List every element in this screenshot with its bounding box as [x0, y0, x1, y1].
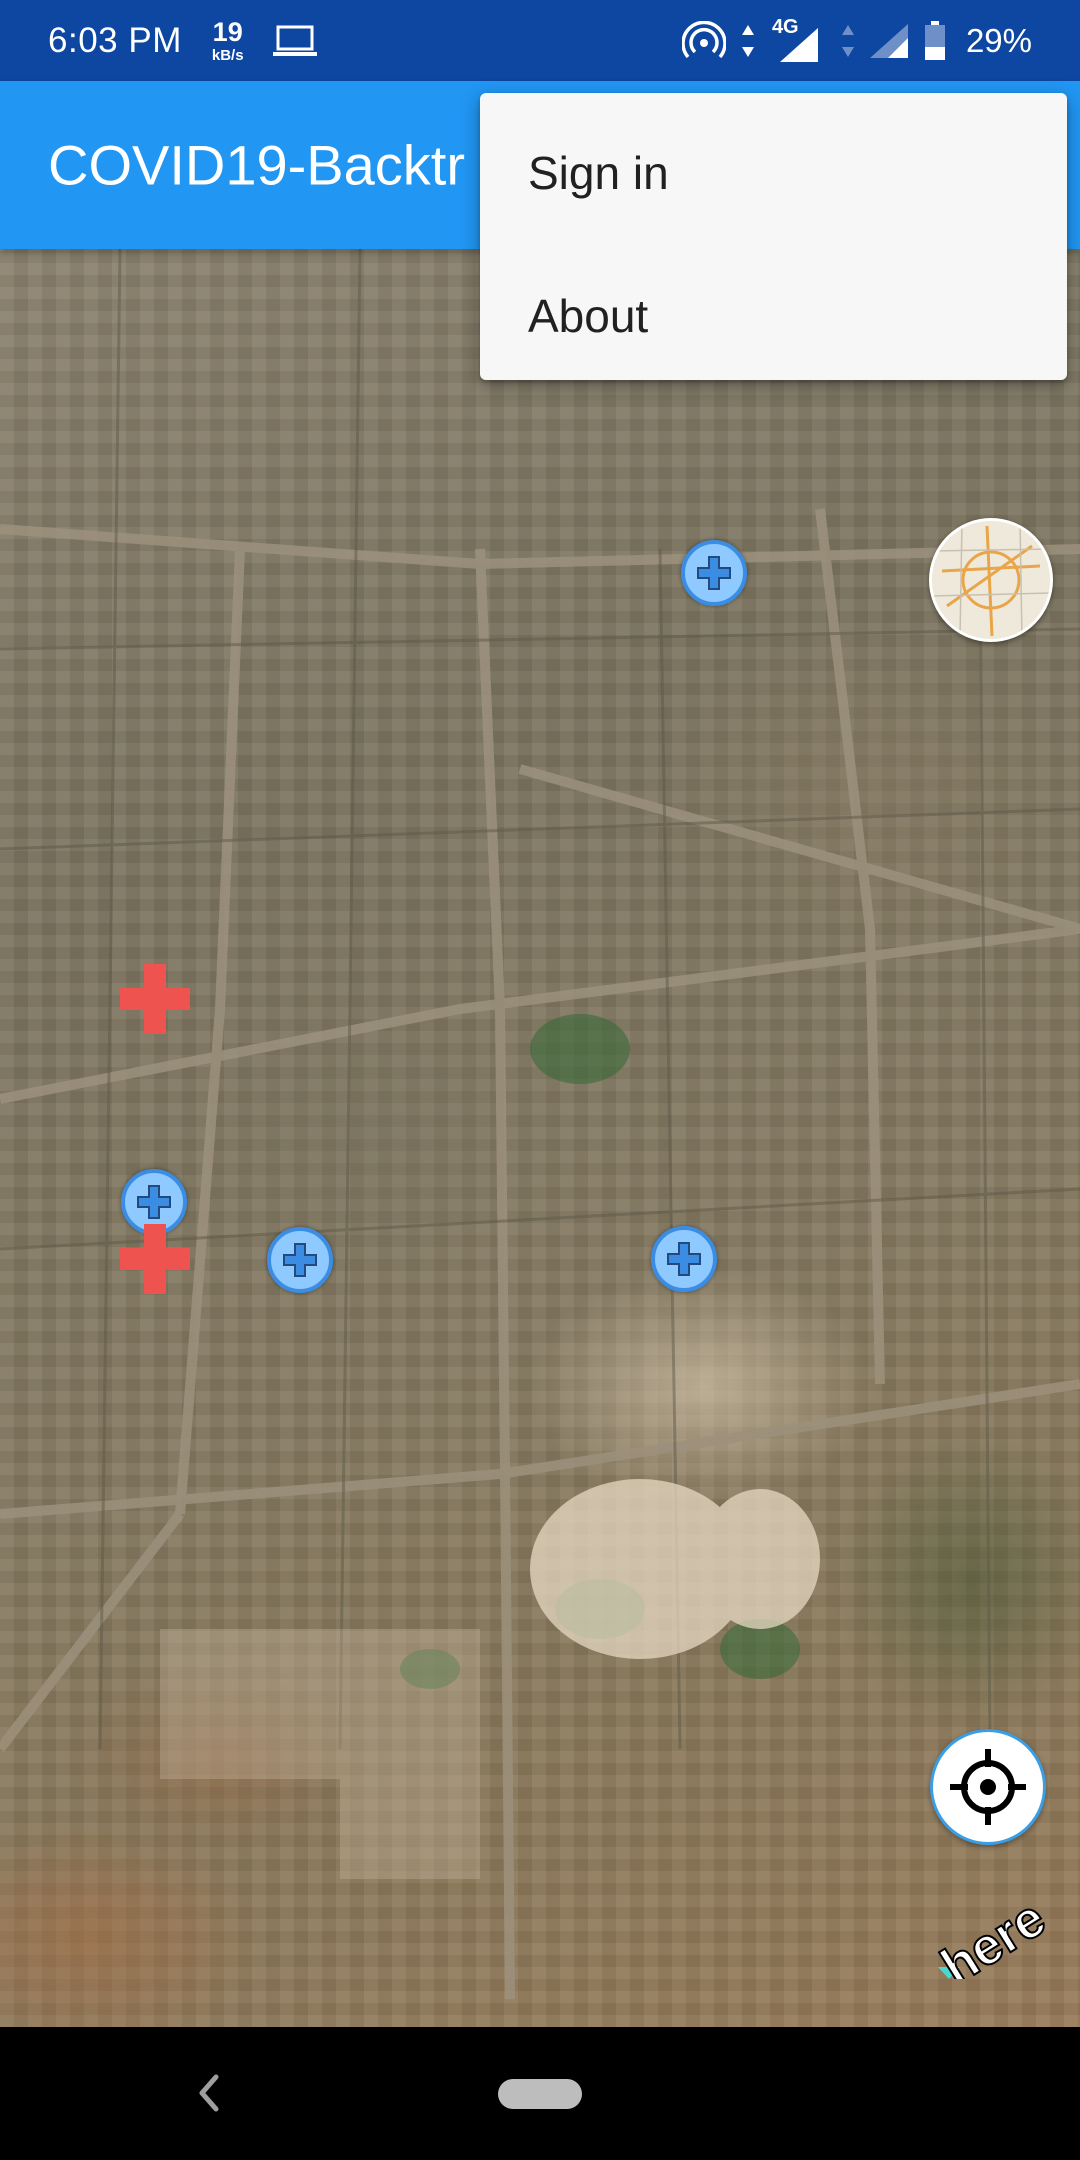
red-cross-icon[interactable]	[118, 962, 192, 1036]
battery-percent: 29%	[965, 21, 1032, 59]
battery-icon	[924, 20, 945, 60]
crosshair-icon	[950, 1749, 1026, 1825]
status-icons: 4G 29%	[681, 16, 1032, 62]
hotspot-icon	[681, 20, 726, 58]
signal-icon-2	[869, 23, 908, 58]
overflow-menu: Sign in About	[480, 93, 1067, 380]
back-icon[interactable]	[190, 2071, 230, 2115]
network-speed-unit: kB/s	[211, 46, 244, 64]
hospital-marker-icon[interactable]	[681, 540, 747, 606]
home-pill[interactable]	[498, 2079, 582, 2109]
data-arrows-icon-2	[841, 24, 854, 57]
status-time: 6:03 PM	[48, 20, 182, 60]
menu-item-sign-in[interactable]: Sign in	[480, 101, 1067, 244]
navigation-bar	[0, 2027, 1080, 2160]
svg-text:here: here	[931, 1889, 1055, 1979]
signal-icon	[779, 27, 818, 62]
app-title: COVID19-Backtr	[48, 133, 465, 197]
hospital-marker-icon[interactable]	[267, 1227, 333, 1293]
network-speed: 19 kB/s	[211, 16, 244, 64]
status-bar: 6:03 PM 19 kB/s 4G 29%	[0, 0, 1080, 81]
screen: 6:03 PM 19 kB/s 4G 29% COVID19-Backtr he…	[0, 0, 1080, 2160]
menu-item-about[interactable]: About	[480, 244, 1067, 387]
map-style-toggle[interactable]	[929, 518, 1053, 642]
locate-me-button[interactable]	[930, 1729, 1046, 1845]
laptop-icon	[272, 25, 317, 56]
mobile-signal: 4G	[770, 16, 826, 62]
network-speed-value: 19	[212, 16, 243, 47]
data-arrows-icon	[741, 24, 754, 57]
hospital-marker-icon[interactable]	[651, 1226, 717, 1292]
mini-map-icon	[932, 521, 1050, 639]
here-logo: here	[930, 1888, 1056, 1979]
map-roads	[0, 249, 1080, 2000]
red-cross-icon[interactable]	[118, 1222, 192, 1296]
map-view[interactable]: here	[0, 249, 1080, 2027]
